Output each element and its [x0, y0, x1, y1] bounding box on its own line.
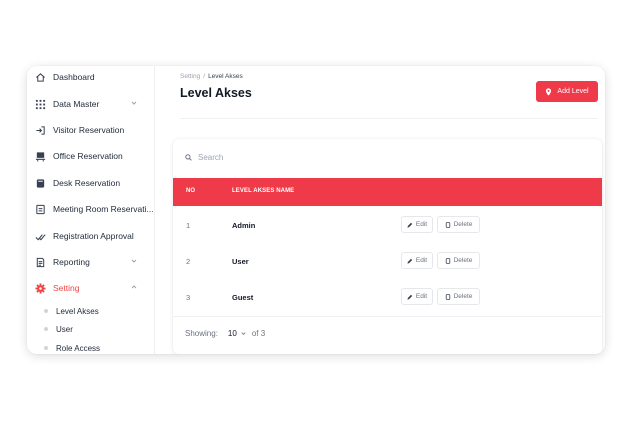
- breadcrumb-separator: /: [203, 73, 206, 80]
- edit-label: Edit: [415, 221, 428, 228]
- sidebar-subitem-level-akses[interactable]: Level Akses: [44, 303, 99, 319]
- chevron-up-icon: [131, 285, 137, 289]
- room-icon: [34, 203, 46, 215]
- home-icon: [34, 71, 46, 83]
- search-placeholder: Search: [198, 153, 224, 162]
- level-akses-card: Search NO LEVEL AKSES NAME 1 Admin Edit …: [173, 139, 602, 354]
- sidebar-item-dashboard[interactable]: Dashboard: [27, 67, 155, 87]
- edit-button[interactable]: Edit: [401, 216, 433, 233]
- row-number: 1: [186, 221, 191, 230]
- sidebar-item-desk-reservation[interactable]: Desk Reservation: [27, 173, 155, 193]
- breadcrumb-current: Level Akses: [208, 73, 243, 80]
- table-row: 3 Guest Edit Delete: [173, 279, 602, 315]
- pencil-icon: [407, 258, 413, 263]
- sidebar-subitem-label: Level Akses: [56, 306, 99, 316]
- delete-label: Delete: [453, 221, 473, 228]
- per-page-select[interactable]: 10: [228, 329, 247, 338]
- bullet-dot: [44, 346, 48, 350]
- row-name: User: [232, 257, 249, 266]
- divider: [173, 316, 602, 317]
- row-name: Guest: [232, 293, 254, 302]
- sidebar-subitem-role-access[interactable]: Role Access: [44, 340, 100, 354]
- pagination-footer: Showing: 10 of 3: [185, 329, 265, 338]
- bullet-dot: [44, 309, 48, 313]
- sidebar: Dashboard Data Master Visitor Reservatio…: [27, 66, 155, 354]
- sidebar-subitem-label: Role Access: [56, 343, 101, 353]
- edit-label: Edit: [415, 257, 428, 264]
- delete-button[interactable]: Delete: [437, 216, 480, 233]
- table-header: NO LEVEL AKSES NAME: [173, 178, 602, 206]
- delete-label: Delete: [453, 293, 473, 300]
- add-level-label: Add Level: [557, 88, 589, 95]
- location-pin-icon: [546, 87, 552, 96]
- sidebar-item-label: Registration Approval: [53, 231, 134, 241]
- showing-label: Showing:: [185, 329, 218, 338]
- sidebar-item-label: Meeting Room Reservati...: [53, 204, 154, 214]
- breadcrumb-parent[interactable]: Setting: [180, 73, 200, 80]
- add-level-button[interactable]: Add Level: [536, 81, 598, 102]
- report-icon: [34, 256, 46, 268]
- main-content: Setting / Level Akses Level Akses Add Leve…: [155, 66, 605, 354]
- chevron-down-icon: [241, 332, 246, 335]
- sidebar-item-reporting[interactable]: Reporting: [27, 252, 155, 272]
- sidebar-item-label: Visitor Reservation: [53, 125, 125, 135]
- sidebar-item-setting[interactable]: Setting: [27, 278, 155, 298]
- delete-button[interactable]: Delete: [437, 252, 480, 269]
- edit-button[interactable]: Edit: [401, 252, 433, 269]
- trash-icon: [445, 221, 450, 228]
- search-icon: [185, 154, 192, 161]
- sidebar-item-label: Reporting: [53, 257, 90, 267]
- divider: [180, 118, 598, 119]
- sidebar-item-label: Desk Reservation: [53, 178, 121, 188]
- trash-icon: [445, 293, 450, 300]
- grid-icon: [34, 98, 46, 110]
- office-icon: [34, 150, 46, 162]
- table-row: 1 Admin Edit Delete: [173, 207, 602, 243]
- sidebar-item-label: Data Master: [53, 99, 100, 109]
- sidebar-item-office-reservation[interactable]: Office Reservation: [27, 146, 155, 166]
- sidebar-item-meeting-room-reservation[interactable]: Meeting Room Reservati...: [27, 199, 155, 219]
- table-row: 2 User Edit Delete: [173, 243, 602, 279]
- trash-icon: [445, 257, 450, 264]
- sidebar-subitem-user[interactable]: User: [44, 321, 73, 337]
- app-window: Dashboard Data Master Visitor Reservatio…: [27, 66, 605, 354]
- row-number: 3: [186, 293, 191, 302]
- sidebar-item-label: Dashboard: [53, 72, 95, 82]
- sidebar-item-registration-approval[interactable]: Registration Approval: [27, 226, 155, 246]
- gear-icon: [34, 282, 46, 294]
- total-count: of 3: [251, 329, 266, 338]
- sidebar-item-label: Office Reservation: [53, 151, 123, 161]
- chevron-down-icon: [131, 259, 137, 263]
- search-input[interactable]: Search: [185, 153, 223, 162]
- per-page-value: 10: [227, 329, 237, 338]
- desk-icon: [34, 177, 46, 189]
- column-header-no: NO: [186, 188, 196, 194]
- edit-button[interactable]: Edit: [401, 288, 433, 305]
- sidebar-item-visitor-reservation[interactable]: Visitor Reservation: [27, 120, 155, 140]
- pencil-icon: [407, 294, 413, 299]
- chevron-down-icon: [131, 101, 137, 105]
- sidebar-item-data-master[interactable]: Data Master: [27, 94, 155, 114]
- edit-label: Edit: [415, 293, 428, 300]
- page-title: Level Akses: [180, 86, 252, 100]
- breadcrumb: Setting / Level Akses: [180, 73, 243, 80]
- pencil-icon: [407, 222, 413, 227]
- login-icon: [34, 124, 46, 136]
- row-name: Admin: [232, 221, 256, 230]
- approval-icon: [34, 230, 46, 242]
- delete-label: Delete: [453, 257, 473, 264]
- bullet-dot: [44, 327, 48, 331]
- delete-button[interactable]: Delete: [437, 288, 480, 305]
- column-header-name: LEVEL AKSES NAME: [232, 188, 295, 194]
- sidebar-item-label: Setting: [53, 283, 80, 293]
- sidebar-subitem-label: User: [56, 324, 73, 334]
- row-number: 2: [186, 257, 191, 266]
